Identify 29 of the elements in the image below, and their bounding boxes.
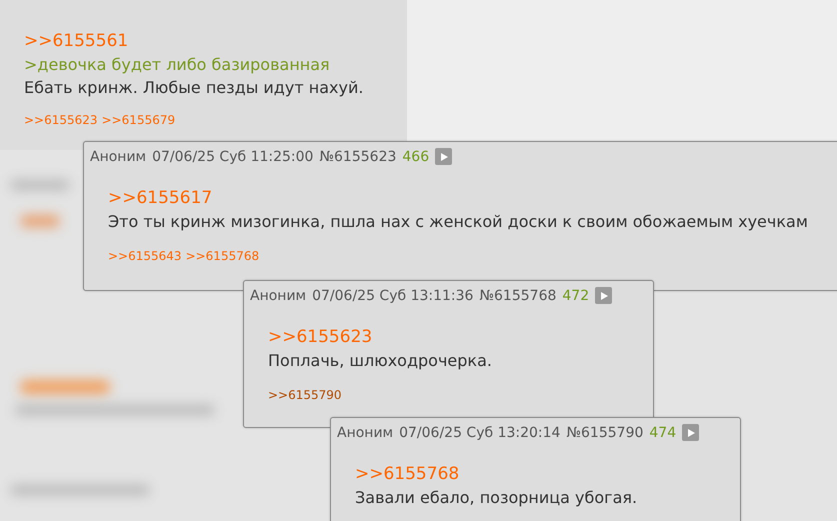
reply-link[interactable]: >>6155623 [268, 326, 372, 349]
backlink[interactable]: >>6155768 [186, 249, 260, 263]
post-date: 07/06/25 Суб 11:25:00 [152, 148, 314, 164]
post-text: Это ты кринж мизогинка, пшла нах с женской доски к своим обожаемым хуечкам [108, 211, 809, 233]
post-number[interactable]: №6155790 [566, 424, 644, 440]
play-icon[interactable] [595, 287, 612, 304]
play-icon[interactable] [435, 148, 452, 165]
post-text: Завали ебало, позорница убогая. [355, 487, 638, 509]
post-text: Ебать кринж. Любые пезды идут нахуй. [24, 77, 364, 99]
quote-text: >девочка будет либо базированная [24, 54, 331, 76]
backlink[interactable]: >>6155679 [102, 113, 176, 127]
post-date: 07/06/25 Суб 13:11:36 [312, 288, 474, 304]
backlink[interactable]: >>6155623 [24, 113, 98, 127]
post-number[interactable]: №6155623 [319, 148, 396, 164]
reply-link[interactable]: >>6155617 [108, 187, 212, 210]
author-name: Аноним [337, 424, 394, 440]
backlink[interactable]: >>6155643 [108, 249, 182, 263]
post-count: 466 [402, 148, 430, 164]
reply-link[interactable]: >>6155561 [24, 30, 128, 53]
backlink[interactable]: >>6155790 [268, 388, 342, 402]
post-number[interactable]: №6155768 [479, 288, 556, 304]
post-count: 474 [649, 424, 676, 440]
post-count: 472 [562, 288, 590, 304]
post-date: 07/06/25 Суб 13:20:14 [399, 424, 560, 440]
play-icon[interactable] [682, 424, 700, 441]
post-text: Поплачь, шлюходрочерка. [268, 350, 493, 372]
reply-link[interactable]: >>6155768 [355, 463, 460, 486]
author-name: Аноним [250, 288, 306, 304]
author-name: Аноним [90, 148, 146, 164]
